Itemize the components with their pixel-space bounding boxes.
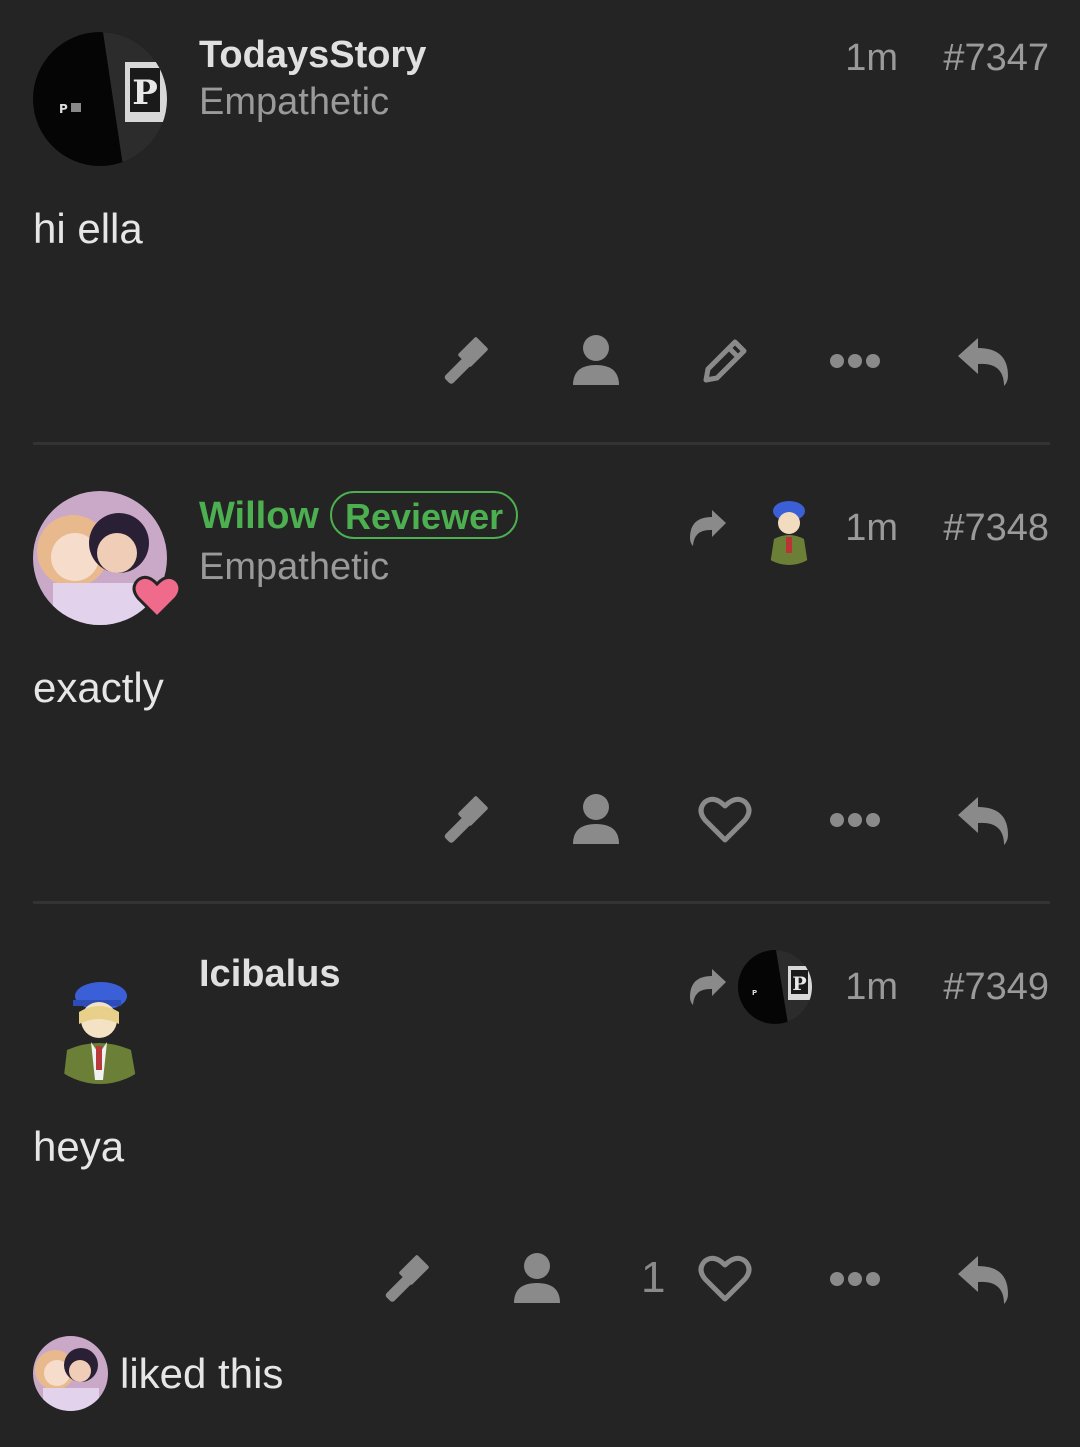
- post-number[interactable]: #7347: [943, 36, 1049, 80]
- avatar-icibalus[interactable]: [33, 950, 167, 1084]
- like-count[interactable]: 1: [641, 1253, 665, 1303]
- svg-text:P: P: [752, 989, 757, 997]
- liker-avatar[interactable]: [33, 1336, 108, 1411]
- reply-to-indicator[interactable]: [688, 491, 826, 565]
- reply-icon[interactable]: [954, 790, 1014, 850]
- post-time[interactable]: 1m: [845, 36, 898, 80]
- post-body: hi ella: [33, 205, 143, 252]
- user-title: Empathetic: [199, 546, 390, 588]
- reply-arrow-icon: [690, 969, 726, 1005]
- username[interactable]: TodaysStory: [199, 33, 426, 77]
- more-icon[interactable]: [825, 1249, 885, 1309]
- flag-icon[interactable]: [378, 1249, 438, 1309]
- replied-user-avatar[interactable]: P P: [738, 950, 812, 1024]
- reviewer-badge: Reviewer: [330, 491, 519, 539]
- liked-text: liked this: [120, 1349, 284, 1397]
- post-divider: [33, 901, 1050, 904]
- username[interactable]: Icibalus: [199, 952, 341, 996]
- replied-user-avatar[interactable]: [752, 491, 826, 565]
- post-time[interactable]: 1m: [845, 965, 898, 1009]
- svg-text:P: P: [132, 73, 158, 113]
- user-icon[interactable]: [566, 331, 626, 391]
- reply-icon[interactable]: [954, 1249, 1014, 1309]
- post-body: heya: [33, 1123, 125, 1170]
- post-number[interactable]: #7349: [943, 965, 1049, 1009]
- username[interactable]: Willow: [199, 494, 319, 538]
- user-title: Empathetic: [199, 81, 390, 123]
- post-time[interactable]: 1m: [845, 506, 898, 550]
- flag-icon[interactable]: [437, 790, 497, 850]
- like-icon[interactable]: [695, 1249, 755, 1309]
- avatar-todaysstory[interactable]: P P: [33, 32, 167, 166]
- svg-text:P: P: [792, 973, 806, 995]
- reply-icon[interactable]: [954, 331, 1014, 391]
- post-body: exactly: [33, 664, 164, 711]
- liked-by-row[interactable]: liked this: [33, 1336, 283, 1411]
- user-icon[interactable]: [507, 1249, 567, 1309]
- heart-badge-icon: [132, 574, 182, 625]
- svg-text:P: P: [59, 102, 68, 116]
- user-icon[interactable]: [566, 790, 626, 850]
- more-icon[interactable]: [825, 331, 885, 391]
- reply-to-indicator[interactable]: P P: [688, 950, 812, 1024]
- flag-icon[interactable]: [437, 331, 497, 391]
- post-number[interactable]: #7348: [943, 506, 1049, 550]
- post-divider: [33, 442, 1050, 445]
- reply-arrow-icon: [690, 510, 726, 546]
- more-icon[interactable]: [825, 790, 885, 850]
- like-icon[interactable]: [695, 790, 755, 850]
- edit-icon[interactable]: [695, 331, 755, 391]
